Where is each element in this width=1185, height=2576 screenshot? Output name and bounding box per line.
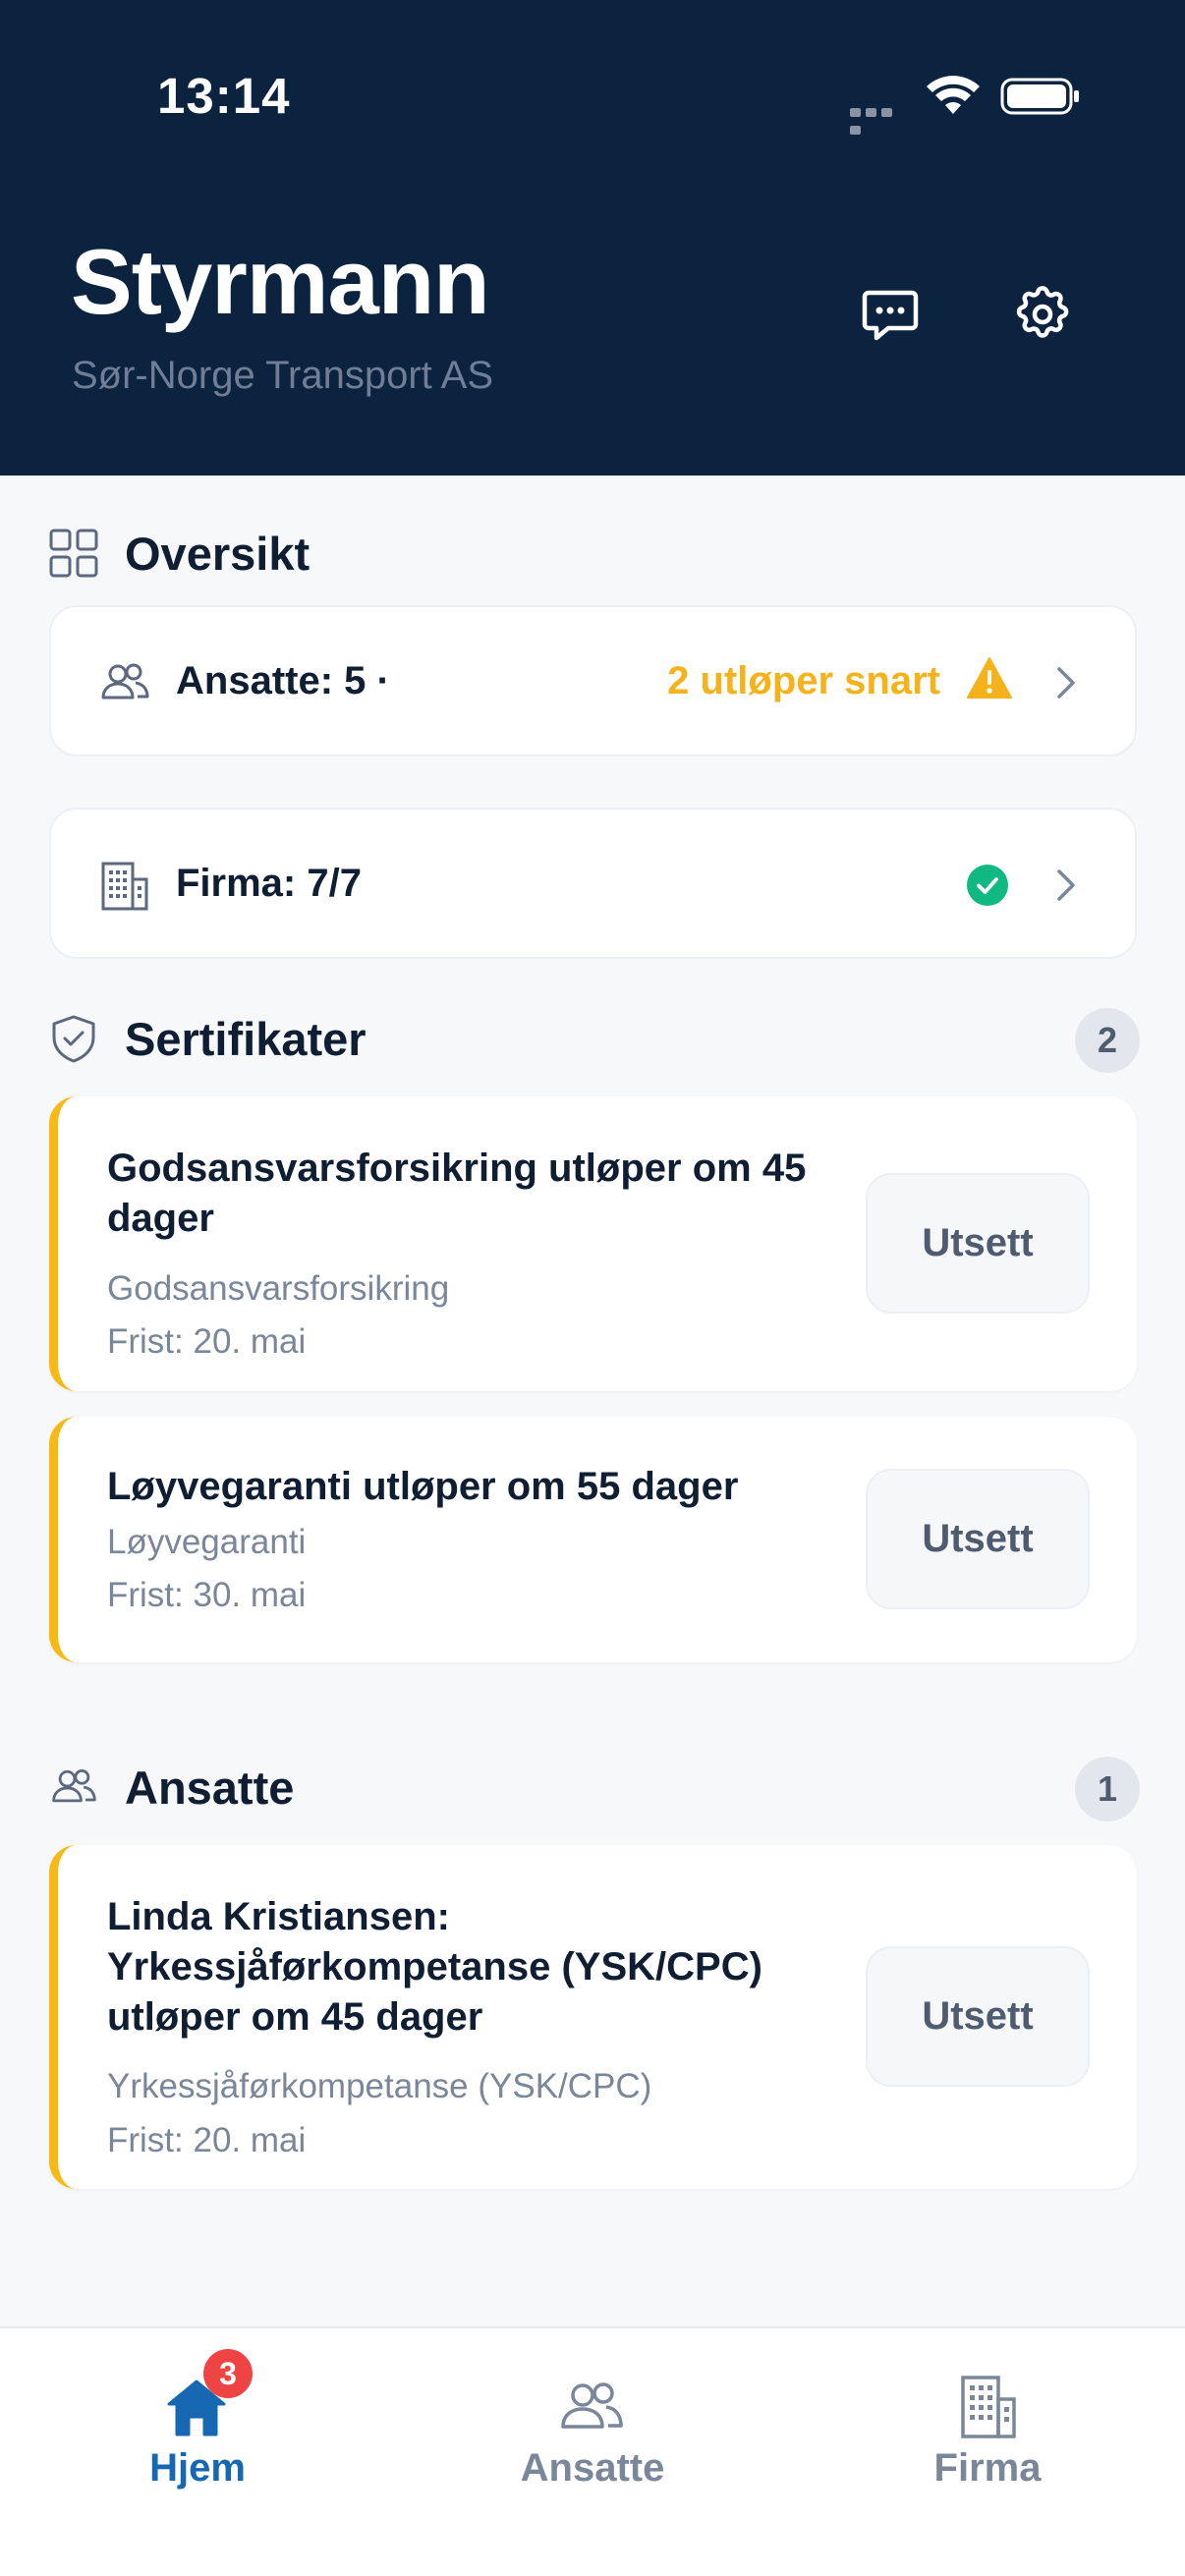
check-circle-icon	[967, 865, 1008, 906]
task-due-date: Frist: 20. mai	[107, 1322, 307, 1361]
snooze-button[interactable]: Utsett	[866, 1173, 1090, 1314]
page-title: Styrmann	[71, 230, 490, 333]
task-due-date: Frist: 20. mai	[107, 2121, 307, 2159]
task-title: Godsansvarsforsikring utløper om 45 dage…	[107, 1147, 807, 1240]
building-icon	[961, 2376, 1016, 2438]
snooze-button[interactable]: Utsett	[866, 1946, 1090, 2087]
company-name: Sør-Norge Transport AS	[72, 354, 494, 397]
expiring-soon-text: 2 utløper snart	[667, 659, 940, 702]
employee-task-card[interactable]: Linda Kristiansen: Yrkessjåførkompetanse…	[49, 1845, 1137, 2189]
users-icon	[52, 1768, 96, 1803]
tab-employees[interactable]: Ansatte	[395, 2328, 790, 2576]
certificate-task-card[interactable]: Godsansvarsforsikring utløper om 45 dage…	[49, 1096, 1137, 1391]
building-icon	[101, 862, 148, 911]
cellular-signal-icon	[850, 104, 909, 135]
section-title: Ansatte	[125, 1762, 295, 1814]
count-badge: 2	[1075, 1008, 1140, 1073]
users-icon	[561, 2382, 623, 2429]
employees-overview-card[interactable]: Ansatte: 5 · 2 utløper snart	[49, 605, 1137, 756]
battery-icon	[1000, 78, 1079, 115]
snooze-button[interactable]: Utsett	[866, 1469, 1090, 1609]
chevron-right-icon	[1057, 667, 1075, 699]
messages-button[interactable]	[859, 283, 922, 346]
tab-label: Hjem	[149, 2446, 246, 2490]
wifi-icon	[927, 76, 980, 114]
task-category: Yrkessjåførkompetanse (YSK/CPC)	[107, 2067, 652, 2105]
company-overview-card[interactable]: Firma: 7/7	[49, 808, 1137, 959]
certificates-section-header: Sertifikater 2	[49, 1008, 1140, 1073]
section-title: Oversikt	[125, 528, 310, 580]
tab-bar: 3 Hjem Ansatte Firma	[0, 2326, 1185, 2576]
tab-home[interactable]: 3 Hjem	[0, 2328, 395, 2576]
notification-badge: 3	[203, 2349, 253, 2398]
task-category: Godsansvarsforsikring	[107, 1269, 450, 1308]
tab-label: Firma	[933, 2446, 1042, 2490]
shield-check-icon	[52, 1015, 95, 1063]
grid-icon	[49, 529, 98, 578]
task-title: Linda Kristiansen: Yrkessjåførkompetanse…	[107, 1895, 762, 2039]
users-icon	[101, 663, 149, 700]
chevron-right-icon	[1057, 869, 1075, 901]
task-due-date: Frist: 30. mai	[107, 1576, 307, 1614]
tab-label: Ansatte	[520, 2446, 665, 2490]
section-title: Sertifikater	[125, 1013, 367, 1065]
task-category: Løyvegaranti	[107, 1523, 307, 1561]
employees-count-label: Ansatte: 5 ·	[176, 659, 390, 702]
settings-button[interactable]	[1011, 283, 1074, 346]
status-time: 13:14	[157, 68, 291, 124]
app-header: 13:14 Styrmann Sør-Norge Transport AS	[0, 0, 1185, 476]
gear-icon	[1016, 286, 1069, 338]
tab-company[interactable]: Firma	[790, 2328, 1185, 2576]
task-title: Løyvegaranti utløper om 55 dager	[107, 1465, 739, 1508]
overview-section-header: Oversikt	[49, 523, 1140, 582]
certificate-task-card[interactable]: Løyvegaranti utløper om 55 dager Løyvega…	[49, 1417, 1137, 1662]
employees-section-header: Ansatte 1	[49, 1757, 1140, 1821]
chat-bubble-icon	[862, 290, 919, 341]
count-badge: 1	[1075, 1757, 1140, 1821]
company-status-label: Firma: 7/7	[176, 862, 362, 905]
warning-icon	[967, 657, 1012, 699]
home-screen: 13:14 Styrmann Sør-Norge Transport AS Ov…	[0, 0, 1185, 2576]
